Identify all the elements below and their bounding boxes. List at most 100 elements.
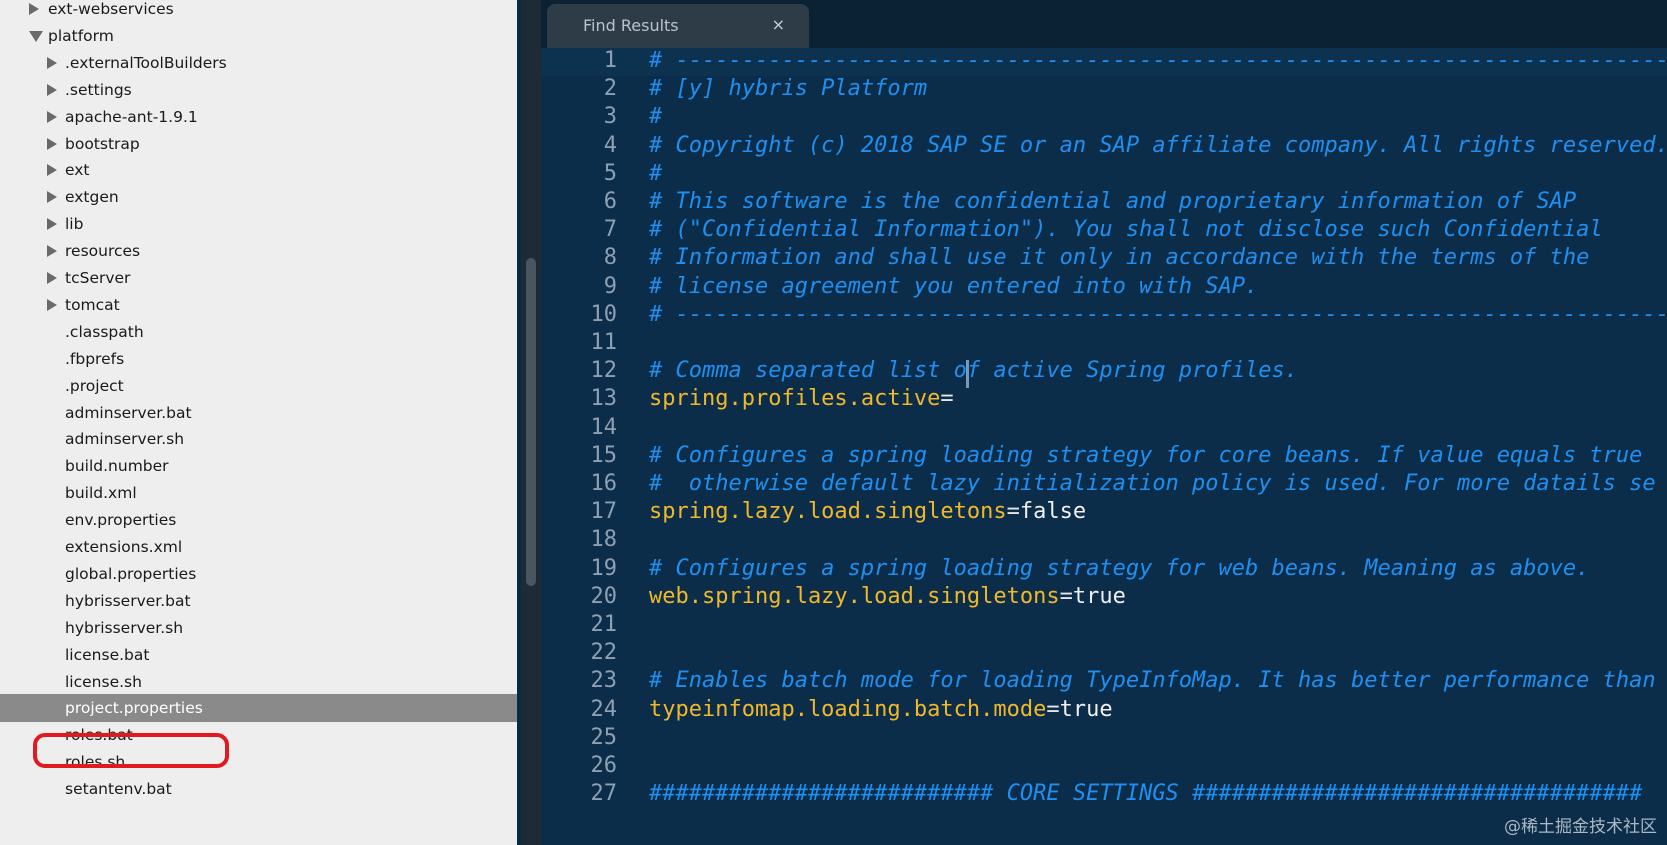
- tree-file[interactable]: setantenv.bat: [0, 775, 517, 803]
- tree-file[interactable]: env.properties: [0, 506, 517, 534]
- code-line[interactable]: 3 #: [541, 102, 1667, 132]
- code-comment: # Comma separated list of active Spring …: [649, 358, 1299, 384]
- code-text: # ("Confidential Information"). You shal…: [649, 215, 1603, 245]
- line-number: 24: [590, 696, 618, 722]
- code-line[interactable]: 26: [541, 751, 1667, 781]
- tree-item-label: extgen: [65, 188, 119, 207]
- code-line[interactable]: 18: [541, 525, 1667, 555]
- tree-file[interactable]: adminserver.sh: [0, 425, 517, 453]
- triangle-right-icon[interactable]: [47, 298, 57, 311]
- code-line[interactable]: 2 # [y] hybris Platform: [541, 74, 1667, 104]
- triangle-right-icon[interactable]: [47, 164, 57, 177]
- code-editor[interactable]: 1 # -------------------------------------…: [541, 48, 1667, 845]
- code-line[interactable]: 23 # Enables batch mode for loading TypeI…: [541, 666, 1667, 696]
- highlight-callout: [33, 733, 229, 768]
- triangle-right-icon[interactable]: [47, 110, 57, 123]
- tree-file[interactable]: .fbprefs: [0, 345, 517, 373]
- line-number: 6: [603, 189, 617, 214]
- tree-item-label: .settings: [65, 80, 132, 99]
- code-line[interactable]: 13 spring.profiles.active=: [541, 384, 1667, 414]
- code-line[interactable]: 24 typeinfomap.loading.batch.mode=true: [541, 695, 1667, 725]
- code-line[interactable]: 22: [541, 638, 1667, 668]
- code-line[interactable]: 1 # -------------------------------------…: [541, 48, 1667, 76]
- tree-item-label: platform: [48, 26, 114, 45]
- triangle-right-icon[interactable]: [47, 218, 57, 231]
- code-text: # This software is the confidential and …: [649, 187, 1576, 217]
- code-line[interactable]: 6 # This software is the confidential and…: [541, 187, 1667, 217]
- line-number: 18: [590, 527, 618, 553]
- tree-folder[interactable]: extgen: [0, 183, 517, 211]
- code-line[interactable]: 9 # license agreement you entered into wi…: [541, 272, 1667, 302]
- tree-folder[interactable]: ext: [0, 156, 517, 184]
- code-comment: # ("Confidential Information"). You shal…: [649, 217, 1603, 243]
- tab-find-results[interactable]: Find Results ×: [547, 4, 809, 48]
- sidebar-scrollbar[interactable]: [521, 0, 541, 845]
- code-line[interactable]: 10 # ------------------------------------…: [541, 300, 1667, 330]
- tree-file[interactable]: extensions.xml: [0, 533, 517, 561]
- code-text: web.spring.lazy.load.singletons=true: [649, 582, 1126, 612]
- tree-item-label: resources: [65, 242, 141, 261]
- tree-folder[interactable]: tcServer: [0, 264, 517, 292]
- code-line[interactable]: 25: [541, 723, 1667, 753]
- code-line[interactable]: 5 #: [541, 159, 1667, 189]
- tree-file[interactable]: hybrisserver.sh: [0, 614, 517, 642]
- tree-item-label: hybrisserver.bat: [65, 591, 191, 610]
- code-comment: # [y] hybris Platform: [649, 76, 928, 102]
- code-text: # license agreement you entered into wit…: [649, 272, 1258, 302]
- tree-folder[interactable]: bootstrap: [0, 130, 517, 158]
- tree-file[interactable]: global.properties: [0, 560, 517, 588]
- code-comment: # Enables batch mode for loading TypeInf…: [649, 668, 1656, 694]
- triangle-down-icon[interactable]: [29, 30, 43, 42]
- triangle-right-icon[interactable]: [29, 3, 39, 15]
- triangle-right-icon[interactable]: [47, 137, 57, 150]
- line-number: 5: [603, 160, 617, 186]
- watermark: @稀土掘金技术社区: [1504, 817, 1657, 837]
- tree-folder[interactable]: apache-ant-1.9.1: [0, 103, 517, 131]
- tree-file[interactable]: adminserver.bat: [0, 399, 517, 427]
- tree-file[interactable]: .project: [0, 372, 517, 400]
- code-text: #: [649, 102, 662, 132]
- property-value: false: [1019, 499, 1087, 525]
- tree-folder[interactable]: platform: [0, 22, 517, 50]
- tree-file[interactable]: license.bat: [0, 641, 517, 669]
- triangle-right-icon[interactable]: [47, 272, 57, 284]
- tree-item-label: tomcat: [65, 295, 120, 314]
- tree-file[interactable]: .classpath: [0, 318, 517, 346]
- code-line[interactable]: 15 # Configures a spring loading strategy…: [541, 441, 1667, 471]
- code-line[interactable]: 21: [541, 610, 1667, 640]
- code-line[interactable]: 4 # Copyright (c) 2018 SAP SE or an SAP a…: [541, 131, 1667, 161]
- triangle-right-icon[interactable]: [47, 56, 57, 69]
- code-line[interactable]: 12 # Comma separated list of active Sprin…: [541, 356, 1667, 386]
- code-line[interactable]: 16 # otherwise default lazy initializatio…: [541, 469, 1667, 499]
- tree-item-label: setantenv.bat: [65, 780, 172, 799]
- triangle-right-icon[interactable]: [47, 245, 57, 258]
- triangle-right-icon[interactable]: [47, 191, 57, 204]
- close-icon[interactable]: ×: [772, 15, 785, 34]
- sidebar-scrollbar-thumb[interactable]: [526, 258, 536, 586]
- tree-folder[interactable]: resources: [0, 237, 517, 265]
- code-line[interactable]: 7 # ("Confidential Information"). You sha…: [541, 215, 1667, 245]
- code-line[interactable]: 19 # Configures a spring loading strategy…: [541, 554, 1667, 584]
- tree-folder[interactable]: lib: [0, 210, 517, 238]
- tree-folder[interactable]: .externalToolBuilders: [0, 49, 517, 77]
- code-comment: # --------------------------------------…: [649, 48, 1667, 73]
- tree-item-label: apache-ant-1.9.1: [65, 107, 198, 126]
- tree-item-label: license.bat: [65, 645, 150, 664]
- code-line[interactable]: 8 # Information and shall use it only in …: [541, 243, 1667, 273]
- tree-folder[interactable]: tomcat: [0, 291, 517, 319]
- tree-folder[interactable]: ext-webservices: [0, 0, 517, 23]
- tree-folder[interactable]: .settings: [0, 76, 517, 104]
- property-key: typeinfomap.loading.batch.mode: [649, 696, 1047, 722]
- tree-file[interactable]: build.number: [0, 452, 517, 480]
- triangle-right-icon[interactable]: [47, 83, 57, 96]
- tree-file[interactable]: hybrisserver.bat: [0, 587, 517, 615]
- code-line[interactable]: 20 web.spring.lazy.load.singletons=true: [541, 582, 1667, 612]
- code-line[interactable]: 14: [541, 413, 1667, 443]
- code-line[interactable]: 17 spring.lazy.load.singletons=false: [541, 497, 1667, 527]
- tree-file[interactable]: build.xml: [0, 479, 517, 507]
- tree-file[interactable]: license.sh: [0, 668, 517, 696]
- code-line[interactable]: 27 ########################## CORE SETTIN…: [541, 779, 1667, 809]
- code-comment: # Configures a spring loading strategy f…: [649, 555, 1590, 581]
- tree-file[interactable]: project.properties: [0, 694, 517, 723]
- code-line[interactable]: 11: [541, 328, 1667, 358]
